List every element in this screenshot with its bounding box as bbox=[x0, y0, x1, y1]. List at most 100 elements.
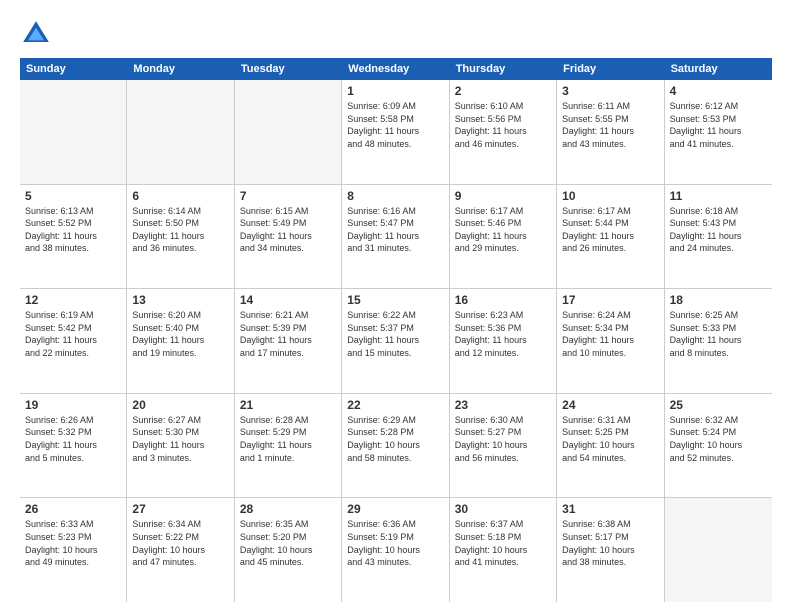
day-number: 30 bbox=[455, 502, 551, 516]
day-number: 12 bbox=[25, 293, 121, 307]
day-cell-14: 14 Sunrise: 6:21 AM Sunset: 5:39 PM Dayli… bbox=[235, 289, 342, 393]
empty-cell bbox=[20, 80, 127, 184]
calendar: SundayMondayTuesdayWednesdayThursdayFrid… bbox=[20, 58, 772, 602]
day-number: 9 bbox=[455, 189, 551, 203]
day-cell-12: 12 Sunrise: 6:19 AM Sunset: 5:42 PM Dayli… bbox=[20, 289, 127, 393]
day-cell-22: 22 Sunrise: 6:29 AM Sunset: 5:28 PM Dayli… bbox=[342, 394, 449, 498]
day-info: Sunrise: 6:28 AM Sunset: 5:29 PM Dayligh… bbox=[240, 414, 336, 464]
day-cell-10: 10Sunrise: 6:17 AM Sunset: 5:44 PM Dayli… bbox=[557, 185, 664, 289]
day-number: 3 bbox=[562, 84, 658, 98]
day-number: 28 bbox=[240, 502, 336, 516]
day-number: 18 bbox=[670, 293, 767, 307]
day-info: Sunrise: 6:17 AM Sunset: 5:46 PM Dayligh… bbox=[455, 205, 551, 255]
day-cell-1: 1Sunrise: 6:09 AM Sunset: 5:58 PM Daylig… bbox=[342, 80, 449, 184]
day-cell-6: 6 Sunrise: 6:14 AM Sunset: 5:50 PM Daylig… bbox=[127, 185, 234, 289]
day-info: Sunrise: 6:12 AM Sunset: 5:53 PM Dayligh… bbox=[670, 100, 767, 150]
weekday-header-thursday: Thursday bbox=[450, 58, 557, 80]
day-info: Sunrise: 6:24 AM Sunset: 5:34 PM Dayligh… bbox=[562, 309, 658, 359]
day-cell-29: 29 Sunrise: 6:36 AM Sunset: 5:19 PM Dayli… bbox=[342, 498, 449, 602]
header bbox=[20, 18, 772, 50]
day-info: Sunrise: 6:33 AM Sunset: 5:23 PM Dayligh… bbox=[25, 518, 121, 568]
day-cell-3: 3 Sunrise: 6:11 AM Sunset: 5:55 PM Daylig… bbox=[557, 80, 664, 184]
day-cell-23: 23 Sunrise: 6:30 AM Sunset: 5:27 PM Dayli… bbox=[450, 394, 557, 498]
day-cell-11: 11 Sunrise: 6:18 AM Sunset: 5:43 PM Dayli… bbox=[665, 185, 772, 289]
day-cell-17: 17 Sunrise: 6:24 AM Sunset: 5:34 PM Dayli… bbox=[557, 289, 664, 393]
day-number: 24 bbox=[562, 398, 658, 412]
empty-cell bbox=[665, 498, 772, 602]
day-info: Sunrise: 6:26 AM Sunset: 5:32 PM Dayligh… bbox=[25, 414, 121, 464]
day-cell-5: 5 Sunrise: 6:13 AM Sunset: 5:52 PM Daylig… bbox=[20, 185, 127, 289]
day-info: Sunrise: 6:23 AM Sunset: 5:36 PM Dayligh… bbox=[455, 309, 551, 359]
calendar-header: SundayMondayTuesdayWednesdayThursdayFrid… bbox=[20, 58, 772, 80]
day-cell-30: 30 Sunrise: 6:37 AM Sunset: 5:18 PM Dayli… bbox=[450, 498, 557, 602]
calendar-row-1: 1Sunrise: 6:09 AM Sunset: 5:58 PM Daylig… bbox=[20, 80, 772, 185]
day-info: Sunrise: 6:21 AM Sunset: 5:39 PM Dayligh… bbox=[240, 309, 336, 359]
day-number: 15 bbox=[347, 293, 443, 307]
day-info: Sunrise: 6:36 AM Sunset: 5:19 PM Dayligh… bbox=[347, 518, 443, 568]
day-number: 21 bbox=[240, 398, 336, 412]
day-number: 22 bbox=[347, 398, 443, 412]
empty-cell bbox=[235, 80, 342, 184]
day-cell-31: 31Sunrise: 6:38 AM Sunset: 5:17 PM Dayli… bbox=[557, 498, 664, 602]
day-info: Sunrise: 6:10 AM Sunset: 5:56 PM Dayligh… bbox=[455, 100, 551, 150]
weekday-header-friday: Friday bbox=[557, 58, 664, 80]
day-info: Sunrise: 6:14 AM Sunset: 5:50 PM Dayligh… bbox=[132, 205, 228, 255]
day-number: 17 bbox=[562, 293, 658, 307]
day-info: Sunrise: 6:19 AM Sunset: 5:42 PM Dayligh… bbox=[25, 309, 121, 359]
day-info: Sunrise: 6:16 AM Sunset: 5:47 PM Dayligh… bbox=[347, 205, 443, 255]
day-cell-8: 8 Sunrise: 6:16 AM Sunset: 5:47 PM Daylig… bbox=[342, 185, 449, 289]
day-number: 5 bbox=[25, 189, 121, 203]
day-info: Sunrise: 6:22 AM Sunset: 5:37 PM Dayligh… bbox=[347, 309, 443, 359]
empty-cell bbox=[127, 80, 234, 184]
day-number: 6 bbox=[132, 189, 228, 203]
day-cell-21: 21 Sunrise: 6:28 AM Sunset: 5:29 PM Dayli… bbox=[235, 394, 342, 498]
day-info: Sunrise: 6:27 AM Sunset: 5:30 PM Dayligh… bbox=[132, 414, 228, 464]
day-number: 7 bbox=[240, 189, 336, 203]
day-number: 20 bbox=[132, 398, 228, 412]
day-number: 11 bbox=[670, 189, 767, 203]
day-number: 13 bbox=[132, 293, 228, 307]
day-cell-13: 13 Sunrise: 6:20 AM Sunset: 5:40 PM Dayli… bbox=[127, 289, 234, 393]
calendar-row-3: 12 Sunrise: 6:19 AM Sunset: 5:42 PM Dayli… bbox=[20, 289, 772, 394]
day-number: 29 bbox=[347, 502, 443, 516]
day-cell-7: 7Sunrise: 6:15 AM Sunset: 5:49 PM Daylig… bbox=[235, 185, 342, 289]
day-number: 14 bbox=[240, 293, 336, 307]
day-info: Sunrise: 6:34 AM Sunset: 5:22 PM Dayligh… bbox=[132, 518, 228, 568]
day-cell-9: 9 Sunrise: 6:17 AM Sunset: 5:46 PM Daylig… bbox=[450, 185, 557, 289]
day-number: 19 bbox=[25, 398, 121, 412]
day-number: 23 bbox=[455, 398, 551, 412]
day-info: Sunrise: 6:17 AM Sunset: 5:44 PM Dayligh… bbox=[562, 205, 658, 255]
day-info: Sunrise: 6:13 AM Sunset: 5:52 PM Dayligh… bbox=[25, 205, 121, 255]
day-cell-16: 16 Sunrise: 6:23 AM Sunset: 5:36 PM Dayli… bbox=[450, 289, 557, 393]
day-info: Sunrise: 6:29 AM Sunset: 5:28 PM Dayligh… bbox=[347, 414, 443, 464]
calendar-body: 1Sunrise: 6:09 AM Sunset: 5:58 PM Daylig… bbox=[20, 80, 772, 602]
day-info: Sunrise: 6:20 AM Sunset: 5:40 PM Dayligh… bbox=[132, 309, 228, 359]
calendar-row-5: 26 Sunrise: 6:33 AM Sunset: 5:23 PM Dayli… bbox=[20, 498, 772, 602]
day-info: Sunrise: 6:18 AM Sunset: 5:43 PM Dayligh… bbox=[670, 205, 767, 255]
day-info: Sunrise: 6:11 AM Sunset: 5:55 PM Dayligh… bbox=[562, 100, 658, 150]
calendar-row-4: 19 Sunrise: 6:26 AM Sunset: 5:32 PM Dayli… bbox=[20, 394, 772, 499]
day-number: 25 bbox=[670, 398, 767, 412]
day-info: Sunrise: 6:09 AM Sunset: 5:58 PM Dayligh… bbox=[347, 100, 443, 150]
day-cell-24: 24Sunrise: 6:31 AM Sunset: 5:25 PM Dayli… bbox=[557, 394, 664, 498]
day-cell-26: 26 Sunrise: 6:33 AM Sunset: 5:23 PM Dayli… bbox=[20, 498, 127, 602]
day-number: 27 bbox=[132, 502, 228, 516]
day-cell-4: 4Sunrise: 6:12 AM Sunset: 5:53 PM Daylig… bbox=[665, 80, 772, 184]
weekday-header-wednesday: Wednesday bbox=[342, 58, 449, 80]
day-cell-15: 15 Sunrise: 6:22 AM Sunset: 5:37 PM Dayli… bbox=[342, 289, 449, 393]
day-cell-19: 19 Sunrise: 6:26 AM Sunset: 5:32 PM Dayli… bbox=[20, 394, 127, 498]
day-number: 8 bbox=[347, 189, 443, 203]
logo-icon bbox=[20, 18, 52, 50]
day-number: 26 bbox=[25, 502, 121, 516]
day-info: Sunrise: 6:32 AM Sunset: 5:24 PM Dayligh… bbox=[670, 414, 767, 464]
logo bbox=[20, 18, 56, 50]
weekday-header-saturday: Saturday bbox=[665, 58, 772, 80]
day-info: Sunrise: 6:37 AM Sunset: 5:18 PM Dayligh… bbox=[455, 518, 551, 568]
day-number: 16 bbox=[455, 293, 551, 307]
day-cell-25: 25 Sunrise: 6:32 AM Sunset: 5:24 PM Dayli… bbox=[665, 394, 772, 498]
day-info: Sunrise: 6:35 AM Sunset: 5:20 PM Dayligh… bbox=[240, 518, 336, 568]
day-info: Sunrise: 6:30 AM Sunset: 5:27 PM Dayligh… bbox=[455, 414, 551, 464]
day-cell-2: 2Sunrise: 6:10 AM Sunset: 5:56 PM Daylig… bbox=[450, 80, 557, 184]
calendar-row-2: 5 Sunrise: 6:13 AM Sunset: 5:52 PM Daylig… bbox=[20, 185, 772, 290]
weekday-header-monday: Monday bbox=[127, 58, 234, 80]
